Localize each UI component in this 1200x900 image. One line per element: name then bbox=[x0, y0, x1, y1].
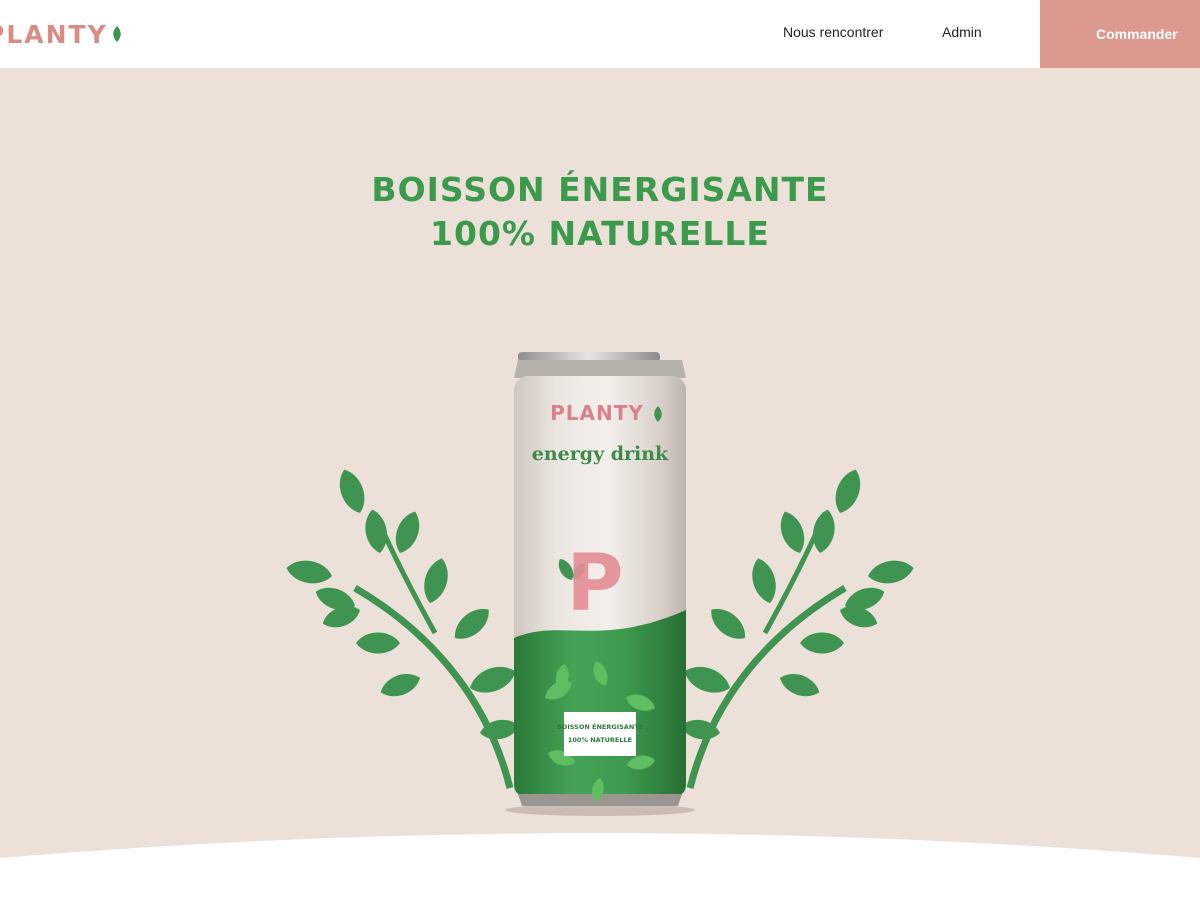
hero-title-line-1: BOISSON ÉNERGISANTE bbox=[371, 170, 829, 209]
hero-title-line-2: 100% NATURELLE bbox=[430, 214, 770, 253]
can-label-line-2: 100% NATURELLE bbox=[568, 736, 632, 744]
can-label-box bbox=[564, 712, 636, 756]
can-tagline: energy drink bbox=[532, 443, 669, 465]
nav-link-nous-rencontrer[interactable]: Nous rencontrer bbox=[783, 24, 883, 40]
logo-text: PLANTY bbox=[0, 19, 108, 49]
logo[interactable]: PLANTY bbox=[0, 14, 123, 54]
leaf-icon bbox=[112, 26, 121, 42]
left-branch-illustration bbox=[284, 465, 521, 789]
hero-section: BOISSON ÉNERGISANTE 100% NATURELLE PLANT… bbox=[0, 68, 1200, 900]
product-can: PLANTY energy drink P BOISSON ÉNERGISANT… bbox=[514, 352, 686, 806]
hero-title: BOISSON ÉNERGISANTE 100% NATURELLE bbox=[0, 168, 1200, 256]
product-illustration: PLANTY energy drink P BOISSON ÉNERGISANT… bbox=[284, 352, 916, 816]
commander-button[interactable]: Commander bbox=[1040, 0, 1200, 68]
nav-link-admin[interactable]: Admin bbox=[942, 24, 982, 40]
can-letter: P bbox=[566, 539, 623, 629]
site-header: PLANTY Nous rencontrer Admin Commander bbox=[0, 0, 1200, 68]
can-brand-text: PLANTY bbox=[550, 401, 644, 425]
right-branch-illustration bbox=[679, 465, 916, 789]
can-label-line-1: BOISSON ÉNERGISANTE bbox=[557, 722, 643, 731]
